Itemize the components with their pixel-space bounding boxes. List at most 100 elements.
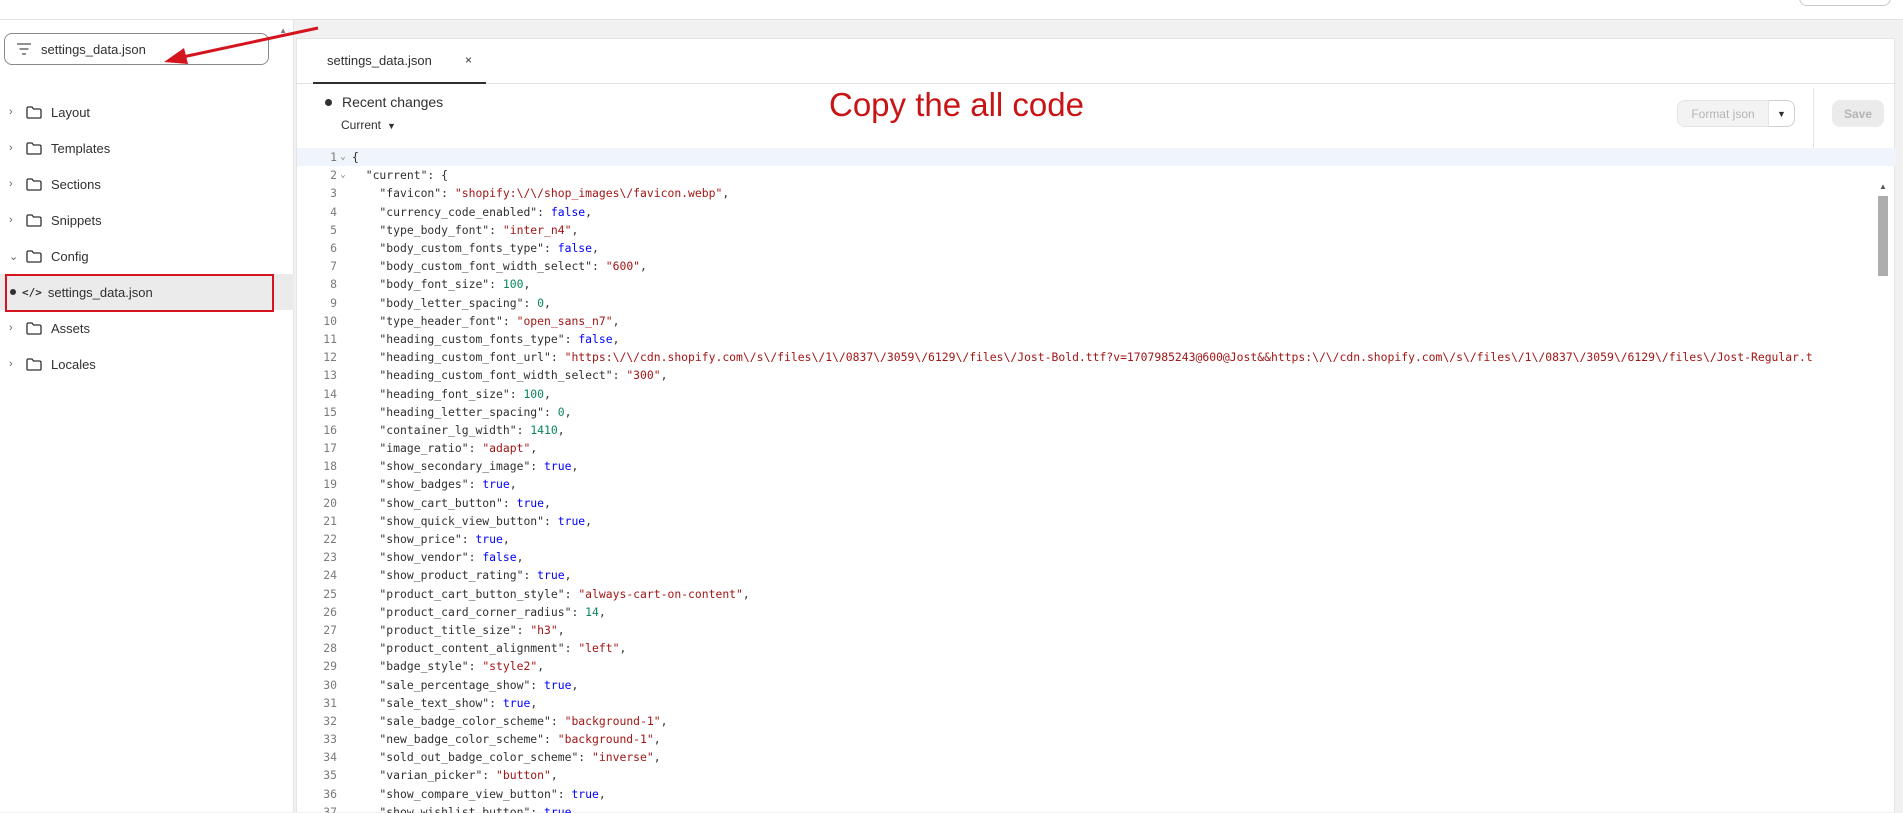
scrollbar-thumb[interactable] (1878, 196, 1888, 276)
code-line: 31 "sale_text_show": true, (297, 694, 1896, 712)
line-number: 17 (323, 441, 337, 456)
vertical-scrollbar[interactable]: ▲ (1878, 182, 1888, 813)
code-line: 3 "favicon": "shopify:\/\/shop_images\/f… (297, 184, 1896, 202)
code-value: false (482, 550, 517, 565)
line-number: 11 (323, 331, 337, 346)
code-value: true (482, 477, 510, 492)
format-json-group: Format json ▼ (1677, 100, 1795, 127)
line-number: 5 (330, 222, 337, 237)
code-value: 100 (523, 386, 545, 401)
code-text: "varian_picker": "button", (352, 768, 558, 783)
folder-label: Snippets (51, 212, 102, 228)
code-text: "show_quick_view_button": true, (352, 513, 593, 528)
tab-label: settings_data.json (327, 53, 432, 68)
line-number: 18 (323, 459, 337, 474)
code-line: 1 ⌄{ (297, 148, 1896, 167)
code-line: 10 "type_header_font": "open_sans_n7", (297, 312, 1896, 330)
line-number: 7 (330, 259, 337, 274)
chevron-down-icon: ▼ (387, 121, 396, 131)
line-number: 12 (323, 350, 337, 365)
line-number: 25 (323, 586, 337, 601)
code-value: "left" (578, 641, 620, 656)
code-value: "shopify:\/\/shop_images\/favicon.webp" (454, 186, 723, 201)
code-line: 11 "heading_custom_fonts_type": false, (297, 330, 1896, 348)
file-search-box[interactable] (4, 33, 269, 65)
tab-settings-data[interactable]: settings_data.json × (313, 39, 486, 84)
recent-changes: Recent changes (325, 94, 443, 110)
code-text: "show_compare_view_button": true, (352, 786, 606, 801)
line-number: 19 (323, 477, 337, 492)
code-line: 12 "heading_custom_font_url": "https:\/\… (297, 348, 1896, 366)
file-search-input[interactable] (41, 41, 241, 57)
chevron-right-icon: › (9, 142, 13, 154)
line-number: 15 (323, 404, 337, 419)
folder-item[interactable]: › Assets (0, 310, 294, 346)
code-text: "heading_custom_font_width_select": "300… (352, 368, 668, 383)
code-value: "button" (496, 768, 551, 783)
line-number: 36 (323, 786, 337, 801)
folder-item[interactable]: › Locales (0, 346, 294, 382)
line-number: 30 (323, 677, 337, 692)
code-text: "sale_badge_color_scheme": "background-1… (352, 713, 668, 728)
code-text: "heading_custom_fonts_type": false, (352, 331, 620, 346)
code-value: 14 (585, 604, 599, 619)
folder-label: Locales (51, 356, 96, 372)
line-number: 21 (323, 513, 337, 528)
code-line: 23 "show_vendor": false, (297, 548, 1896, 566)
code-line: 33 "new_badge_color_scheme": "background… (297, 730, 1896, 748)
code-area[interactable]: 1 ⌄{2 ⌄ "current": {3 "favicon": "shopify:… (297, 148, 1896, 813)
code-text: "show_badges": true, (352, 477, 517, 492)
code-text: "show_cart_button": true, (352, 495, 551, 510)
line-number: 1 (330, 150, 337, 165)
code-line: 27 "product_title_size": "h3", (297, 621, 1896, 639)
line-number: 23 (323, 550, 337, 565)
code-text: "sold_out_badge_color_scheme": "inverse"… (352, 750, 661, 765)
code-value: "inverse" (592, 750, 654, 765)
folder-item[interactable]: › Layout (0, 94, 294, 130)
version-select[interactable]: Current ▼ (341, 118, 396, 132)
format-menu-button[interactable]: ▼ (1769, 100, 1795, 127)
folder-label: Assets (51, 320, 91, 336)
code-text: "body_letter_spacing": 0, (352, 295, 551, 310)
code-line: 6 "body_custom_fonts_type": false, (297, 239, 1896, 257)
highlight-box (5, 274, 274, 312)
folder-item[interactable]: › Snippets (0, 202, 294, 238)
line-number: 8 (330, 277, 337, 292)
code-text: "badge_style": "style2", (352, 659, 545, 674)
line-number: 13 (323, 368, 337, 383)
code-line: 2 ⌄ "current": { (297, 166, 1896, 184)
line-number: 2 (330, 168, 337, 183)
code-text: "heading_custom_font_url": "https:\/\/cd… (352, 350, 1813, 365)
folder-item[interactable]: › Templates (0, 130, 294, 166)
folder-item[interactable]: ⌄ Config (0, 238, 294, 274)
save-button[interactable]: Save (1832, 100, 1884, 127)
code-value: true (537, 568, 565, 583)
code-line: 19 "show_badges": true, (297, 475, 1896, 493)
scroll-up-icon[interactable]: ▲ (279, 26, 287, 35)
code-value: "open_sans_n7" (516, 313, 613, 328)
code-line: 24 "show_product_rating": true, (297, 566, 1896, 584)
code-value: "background-1" (564, 713, 661, 728)
folder-icon (26, 105, 42, 119)
code-text: "product_title_size": "h3", (352, 622, 565, 637)
top-right-button[interactable] (1799, 0, 1891, 6)
code-text: "sale_text_show": true, (352, 695, 538, 710)
code-line: 9 "body_letter_spacing": 0, (297, 294, 1896, 312)
code-text: { (352, 150, 359, 165)
code-text: "product_cart_button_style": "always-car… (352, 586, 750, 601)
line-number: 33 (323, 732, 337, 747)
folder-item[interactable]: › Sections (0, 166, 294, 202)
fold-icon[interactable]: ⌄ (337, 170, 349, 180)
code-text: "container_lg_width": 1410, (352, 422, 565, 437)
unsaved-dot-icon (325, 98, 332, 106)
fold-icon[interactable]: ⌄ (337, 152, 349, 162)
code-line: 7 "body_custom_font_width_select": "600"… (297, 257, 1896, 275)
close-icon[interactable]: × (465, 53, 472, 67)
code-line: 18 "show_secondary_image": true, (297, 457, 1896, 475)
scroll-up-icon[interactable]: ▲ (1879, 182, 1887, 191)
format-json-button[interactable]: Format json (1677, 100, 1769, 127)
toolbar-divider (1813, 88, 1814, 148)
top-bar (0, 0, 1903, 20)
code-line: 25 "product_cart_button_style": "always-… (297, 585, 1896, 603)
code-text: "favicon": "shopify:\/\/shop_images\/fav… (352, 186, 730, 201)
